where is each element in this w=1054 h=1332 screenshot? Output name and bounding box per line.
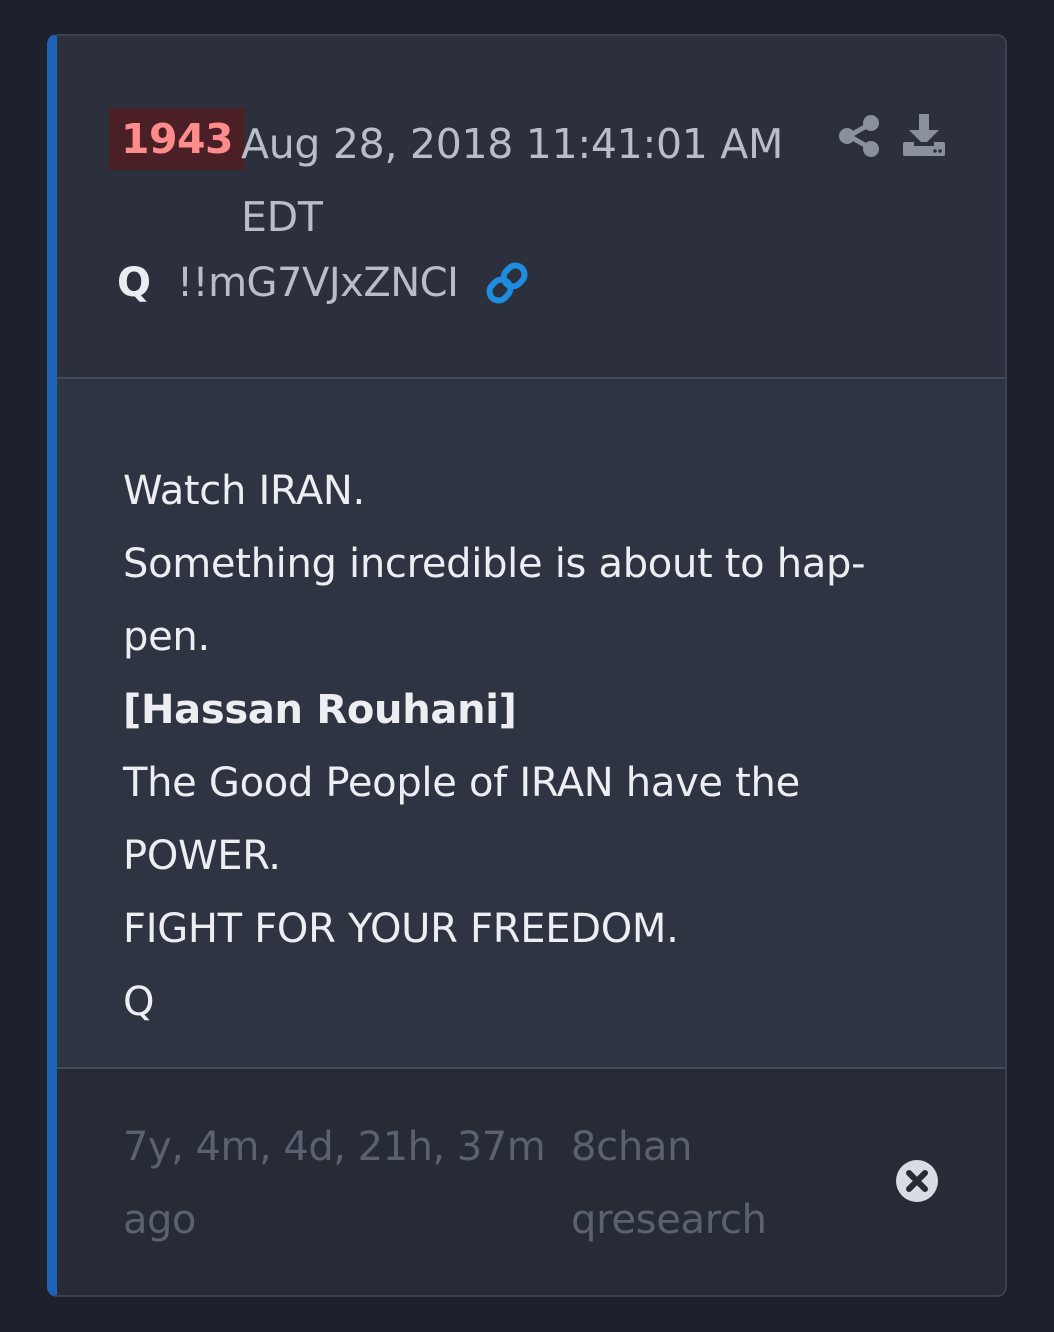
message-line: Something incredible is about to hap- [123, 541, 866, 587]
post-timestamp: Aug 28, 2018 11:41:01 AM EDT [241, 120, 784, 241]
message-line: Q [123, 979, 155, 1025]
post-header: 1943 Aug 28, 2018 11:41:01 AM EDT Q !!mG… [57, 36, 1005, 379]
message-line-bold: [Hassan Rouhani] [123, 687, 517, 733]
message-line: POWER. [123, 833, 281, 879]
message-line: The Good People of IRAN have the [123, 760, 800, 806]
share-icon[interactable] [837, 114, 881, 158]
post-number[interactable]: 1943 [109, 108, 245, 170]
author-row: Q !!mG7VJxZNCI [117, 258, 530, 308]
post-body: Watch IRAN. Something incredible is abou… [57, 379, 1005, 1069]
post-source: 8chan qresearch [571, 1124, 767, 1243]
download-icon[interactable] [901, 112, 947, 158]
post-message: Watch IRAN. Something incredible is abou… [123, 455, 923, 1039]
message-line: Watch IRAN. [123, 468, 365, 514]
message-line: pen. [123, 614, 210, 660]
author-name: Q [117, 260, 152, 306]
link-icon[interactable] [484, 260, 530, 306]
post-footer: 7y, 4m, 4d, 21h, 37m ago 8chan qresearch [57, 1069, 1005, 1295]
close-circle-icon[interactable] [895, 1159, 939, 1203]
tripcode: !!mG7VJxZNCI [177, 260, 459, 306]
message-line: FIGHT FOR YOUR FREEDOM. [123, 906, 679, 952]
post-age: 7y, 4m, 4d, 21h, 37m ago [123, 1124, 546, 1243]
post-card: 1943 Aug 28, 2018 11:41:01 AM EDT Q !!mG… [47, 34, 1007, 1297]
